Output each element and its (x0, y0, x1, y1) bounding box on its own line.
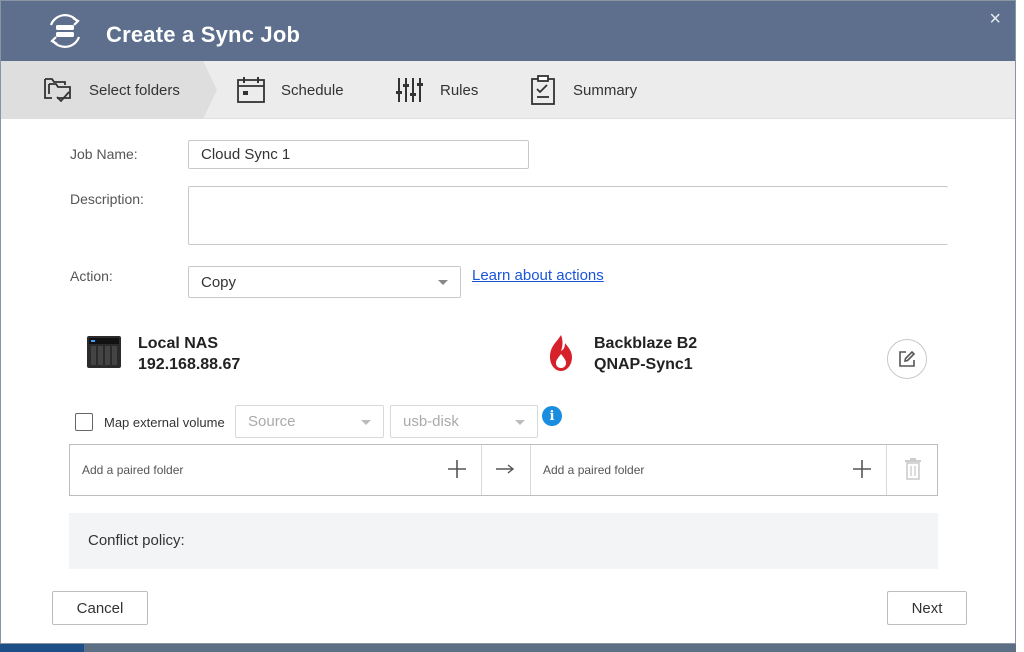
background-taskbar-edge (0, 644, 84, 652)
job-name-label: Job Name: (70, 146, 138, 162)
background-app-edge (1016, 0, 1024, 652)
action-select-value: Copy (201, 273, 237, 291)
dialog-title: Create a Sync Job (106, 22, 301, 47)
learn-about-actions-link[interactable]: Learn about actions (472, 267, 604, 284)
tab-schedule-label: Schedule (281, 81, 344, 99)
disk-select[interactable]: usb-disk (390, 405, 538, 438)
add-remote-folder-plus-icon[interactable] (851, 458, 873, 480)
select-folders-icon (44, 78, 71, 103)
chevron-down-icon (515, 419, 525, 425)
active-tab-pointer (203, 61, 217, 119)
nas-device-icon (87, 336, 121, 368)
calendar-icon (237, 77, 265, 103)
next-button[interactable]: Next (887, 591, 967, 625)
destination-bucket: QNAP-Sync1 (594, 356, 693, 373)
action-select[interactable]: Copy (188, 266, 461, 298)
action-label: Action: (70, 268, 113, 284)
source-select-placeholder: Source (248, 413, 296, 430)
tab-rules-label: Rules (440, 81, 479, 99)
backblaze-flame-icon (550, 335, 572, 371)
add-local-folder-plus-icon[interactable] (446, 458, 468, 480)
sync-job-icon (49, 14, 81, 48)
edit-icon (899, 350, 916, 367)
tab-rules[interactable]: Rules (394, 61, 478, 119)
source-address: 192.168.88.67 (138, 356, 241, 373)
clipboard-icon (531, 75, 555, 105)
divider (481, 445, 482, 495)
cancel-button[interactable]: Cancel (52, 591, 148, 625)
edit-destination-button[interactable] (887, 339, 927, 379)
tab-summary-label: Summary (573, 81, 638, 99)
source-select[interactable]: Source (235, 405, 384, 438)
divider (886, 445, 887, 495)
conflict-policy-panel: Conflict policy: (69, 513, 938, 573)
tab-summary[interactable]: Summary (527, 61, 637, 119)
dialog-footer: Cancel Next (1, 569, 1015, 643)
tab-select-folders[interactable]: Select folders (1, 61, 203, 119)
arrow-right-icon (496, 464, 515, 474)
create-sync-job-dialog: Create a Sync Job × Select folders Sched… (0, 0, 1016, 644)
map-external-volume-checkbox[interactable] (75, 413, 93, 431)
description-label: Description: (70, 191, 144, 207)
conflict-policy-label: Conflict policy: (88, 532, 185, 549)
destination-name: Backblaze B2 (594, 335, 698, 352)
tab-select-folders-label: Select folders (89, 81, 180, 99)
description-textarea[interactable] (188, 186, 948, 245)
map-external-volume-label: Map external volume (104, 415, 225, 430)
rules-sliders-icon (396, 78, 423, 102)
dialog-titlebar: Create a Sync Job × (1, 1, 1015, 61)
trash-icon[interactable] (903, 457, 923, 481)
local-paired-folder-field[interactable]: Add a paired folder (70, 445, 481, 495)
disk-select-value: usb-disk (403, 413, 459, 430)
tab-schedule[interactable]: Schedule (235, 61, 344, 119)
info-icon[interactable]: i (542, 406, 562, 426)
chevron-down-icon (438, 280, 448, 285)
step-tabs: Select folders Schedule Rules Summary (1, 61, 1015, 119)
content-scrollbar[interactable] (1003, 119, 1015, 569)
job-name-input[interactable]: Cloud Sync 1 (188, 140, 529, 169)
close-button[interactable]: × (989, 9, 1001, 29)
remote-paired-folder-field[interactable]: Add a paired folder (531, 445, 886, 495)
paired-folder-row: Add a paired folder Add a paired folder (69, 444, 938, 496)
chevron-down-icon (361, 419, 371, 425)
source-name: Local NAS (138, 335, 219, 352)
